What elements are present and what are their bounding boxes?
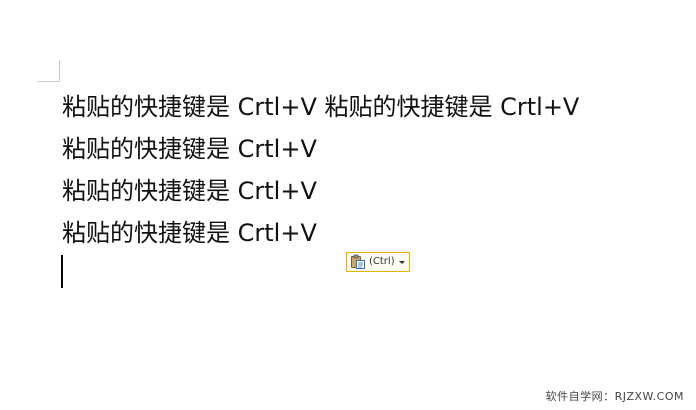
document-page: 粘贴的快捷键是 Crtl+V 粘贴的快捷键是 Crtl+V 粘贴的快捷键是 Cr… [0,0,696,410]
clipboard-icon [350,254,366,270]
paste-options-label: (Ctrl) [369,256,395,267]
document-line[interactable]: 粘贴的快捷键是 Crtl+V 粘贴的快捷键是 Crtl+V [62,86,682,128]
document-line[interactable]: 粘贴的快捷键是 Crtl+V [62,212,682,254]
watermark: 软件自学网：RJZXW.COM [545,390,684,403]
text-cursor [61,255,63,288]
paste-options-button[interactable]: (Ctrl) [346,252,410,272]
document-body[interactable]: 粘贴的快捷键是 Crtl+V 粘贴的快捷键是 Crtl+V 粘贴的快捷键是 Cr… [62,86,682,254]
document-line[interactable]: 粘贴的快捷键是 Crtl+V [62,128,682,170]
document-line[interactable]: 粘贴的快捷键是 Crtl+V [62,170,682,212]
chevron-down-icon [398,261,405,264]
margin-corner-mark [38,60,60,82]
